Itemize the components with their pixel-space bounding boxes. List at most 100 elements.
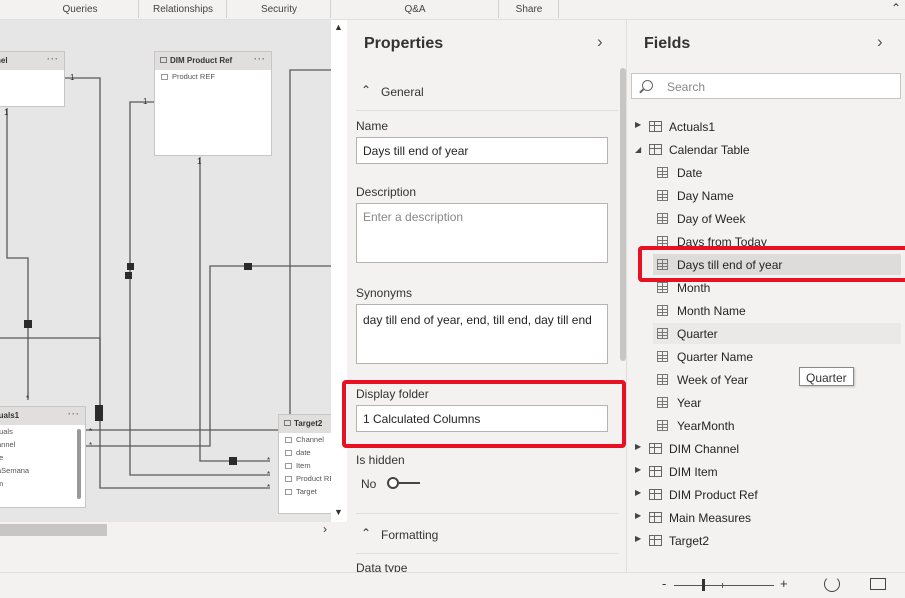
section-formatting[interactable]: ⌃ Formatting (356, 516, 618, 554)
scroll-right-icon[interactable]: › (323, 522, 327, 536)
expand-icon[interactable]: ▶ (635, 442, 641, 451)
synonyms-label: Synonyms (356, 286, 413, 300)
table-card-field[interactable]: m (0, 477, 85, 490)
field-table-dim-item[interactable]: ▶ DIM Item (635, 462, 895, 482)
field-table-dim-product-ref[interactable]: ▶ DIM Product Ref (635, 485, 895, 505)
field-table-main-measures[interactable]: ▶ Main Measures (635, 508, 895, 528)
ribbon-group-queries: Queries (62, 4, 98, 15)
table-card-field[interactable]: date (279, 446, 331, 459)
synonyms-field[interactable]: day till end of year, end, till end, day… (356, 304, 608, 364)
expand-icon[interactable]: ▶ (635, 465, 641, 474)
scroll-up-icon[interactable]: ▲ (334, 22, 343, 32)
field-column-date[interactable]: Date (657, 163, 897, 183)
field-table-target2[interactable]: ▶ Target2 (635, 531, 895, 551)
expand-icon[interactable]: ▶ (635, 488, 641, 497)
field-table-calendar-table[interactable]: ◢ Calendar Table (635, 140, 895, 160)
divider (356, 553, 618, 554)
table-card-header: tuals1 ··· (0, 407, 85, 425)
ribbon-bar: Queries Relationships Security Q&A Share… (0, 0, 905, 20)
table-card-field[interactable]: tuals (0, 425, 85, 438)
table-card-field[interactable]: te (0, 451, 85, 464)
collapse-icon[interactable]: ◢ (635, 145, 641, 154)
name-field[interactable]: Days till end of year (356, 137, 608, 164)
scrollbar-thumb[interactable] (0, 524, 107, 536)
field-column-day-of-week[interactable]: Day of Week (657, 209, 897, 229)
ribbon-separator (330, 0, 331, 18)
collapse-properties-icon[interactable]: › (597, 32, 603, 52)
field-column-quarter[interactable]: Quarter (657, 324, 897, 344)
is-hidden-label: Is hidden (356, 453, 405, 467)
section-formatting-label: Formatting (381, 528, 439, 542)
more-options-icon[interactable]: ··· (47, 54, 59, 64)
model-diagram-canvas[interactable]: nel ··· DIM Product Ref ··· Product REF tu… (0, 20, 331, 522)
cardinality-many-label: * (267, 483, 271, 492)
table-card[interactable]: Target2 Channel date Item Product RE Tar… (278, 414, 331, 514)
zoom-out-button[interactable]: - (662, 576, 666, 591)
table-card-title: nel (0, 56, 8, 65)
field-icon (285, 437, 292, 444)
section-general[interactable]: ⌃ General (356, 73, 618, 111)
table-card-field[interactable]: Product REF (155, 70, 271, 83)
table-card[interactable]: nel ··· (0, 51, 65, 107)
table-card-field[interactable]: Product RE (279, 472, 331, 485)
reset-layout-icon[interactable] (824, 576, 840, 592)
field-icon (285, 463, 292, 470)
cardinality-one-label: 1 (197, 157, 202, 166)
expand-icon[interactable]: ▶ (635, 511, 641, 520)
field-icon (285, 489, 292, 496)
table-icon (649, 466, 662, 477)
more-options-icon[interactable]: ··· (68, 409, 80, 419)
status-bar: - + (0, 572, 905, 598)
table-icon (649, 144, 662, 155)
collapse-ribbon-icon[interactable]: ⌃ (891, 1, 901, 15)
field-table-dim-channel[interactable]: ▶ DIM Channel (635, 439, 895, 459)
cardinality-one-label: 1 (143, 97, 148, 106)
table-card-field[interactable]: Channel (279, 433, 331, 446)
table-card-field[interactable]: Item (279, 459, 331, 472)
fit-to-screen-icon[interactable] (870, 578, 886, 590)
zoom-slider[interactable]: - + (660, 576, 790, 595)
canvas-horizontal-scrollbar[interactable]: › (0, 522, 331, 538)
table-card-field[interactable]: aSemana (0, 464, 85, 477)
field-icon (285, 450, 292, 457)
column-icon (657, 351, 668, 362)
table-card[interactable]: tuals1 ··· tuals annel te aSemana m (0, 406, 86, 508)
table-card-header: Target2 (279, 415, 331, 433)
scroll-down-icon[interactable]: ▼ (334, 507, 343, 517)
field-column-year[interactable]: Year (657, 393, 897, 413)
collapse-fields-icon[interactable]: › (877, 32, 883, 52)
description-field[interactable]: Enter a description (356, 203, 608, 263)
field-column-week-of-year[interactable]: Week of Year (657, 370, 797, 390)
field-icon (285, 476, 292, 483)
description-label: Description (356, 185, 417, 199)
field-table-actuals1[interactable]: ▶ Actuals1 (635, 117, 895, 137)
table-icon (649, 489, 662, 500)
properties-scrollbar[interactable] (620, 68, 626, 361)
column-icon (657, 282, 668, 293)
is-hidden-value: No (361, 477, 377, 491)
field-column-month-name[interactable]: Month Name (657, 301, 897, 321)
properties-pane: Properties › ⌃ General Name Days till en… (347, 20, 627, 572)
zoom-in-button[interactable]: + (780, 576, 788, 591)
cardinality-one-label: 1 (70, 73, 75, 82)
column-icon (657, 328, 668, 339)
divider (356, 513, 618, 514)
fields-search-box[interactable] (631, 73, 901, 99)
table-card-field[interactable]: annel (0, 438, 85, 451)
field-column-day-name[interactable]: Day Name (657, 186, 897, 206)
field-column-yearmonth[interactable]: YearMonth (657, 416, 897, 436)
field-table-label: Calendar Table (669, 143, 750, 157)
field-column-quarter-name[interactable]: Quarter Name (657, 347, 897, 367)
expand-icon[interactable]: ▶ (635, 120, 641, 129)
card-scrollbar[interactable] (77, 429, 81, 499)
table-card-field[interactable]: Target (279, 485, 331, 498)
zoom-thumb[interactable] (702, 579, 705, 591)
toggle-knob (387, 477, 399, 489)
data-type-label: Data type (356, 561, 408, 572)
table-card[interactable]: DIM Product Ref ··· Product REF (154, 51, 272, 156)
divider (356, 110, 618, 111)
search-input[interactable] (667, 78, 887, 96)
is-hidden-toggle[interactable] (387, 475, 421, 491)
more-options-icon[interactable]: ··· (254, 54, 266, 64)
expand-icon[interactable]: ▶ (635, 534, 641, 543)
